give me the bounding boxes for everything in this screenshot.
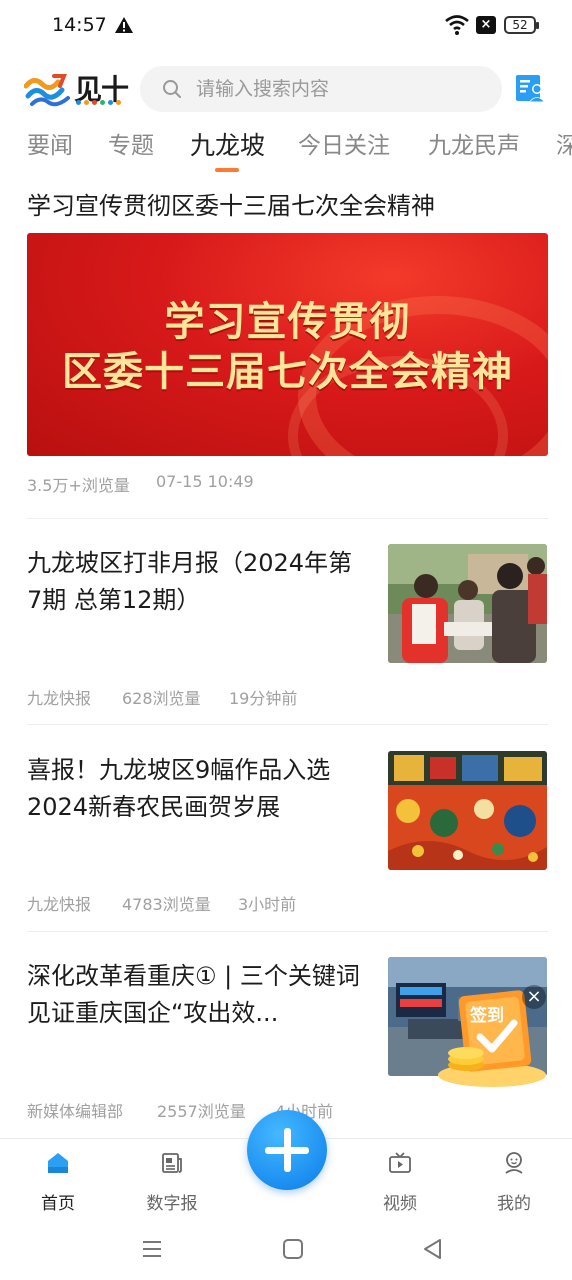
logo-mark-icon [24,74,70,107]
folk-painting-icon [388,751,547,870]
signin-label: 签到 [470,1006,504,1026]
article-thumbnail[interactable] [388,544,547,663]
article-views: 2557浏览量 [157,1102,246,1121]
nav-home-label: 首页 [41,1194,75,1214]
nav-mine-label: 我的 [497,1194,531,1214]
category-tabs: 要闻 专题 九龙坡 今日关注 九龙民声 深 [0,128,572,176]
system-nav-bar [0,1222,572,1280]
home-icon [48,1153,68,1173]
featured-banner-image[interactable]: 学习宣传贯彻 区委十三届七次全会精神 [27,233,548,456]
banner-headline-line2: 区委十三届七次全会精神 [62,349,513,395]
logo-dots [76,100,128,106]
nav-home[interactable]: 首页 [18,1139,98,1223]
tab-jiulong-minsheng[interactable]: 九龙民声 [428,128,520,168]
article-title[interactable]: 深化改革看重庆① | 三个关键词 见证重庆国企“攻出效... [27,958,367,1032]
divider [27,931,548,932]
tab-zhuanti[interactable]: 专题 [108,128,154,168]
home-square-icon[interactable] [280,1236,306,1262]
tab-jinri-guanzhu[interactable]: 今日关注 [298,128,390,168]
nav-video[interactable]: 视频 [360,1139,440,1223]
sim-blocked-icon: × [476,16,496,34]
status-time: 14:57 [52,14,107,36]
article-time: 3小时前 [238,895,297,914]
tab-active-indicator [215,168,239,172]
tab-jiulongpo[interactable]: 九龙坡 [190,128,265,168]
app-logo[interactable]: 见十 [24,68,130,112]
nav-mine[interactable]: 我的 [474,1139,554,1223]
article-thumbnail[interactable] [388,751,547,870]
article-source: 九龙快报 [27,689,92,708]
tv-icon [389,1152,411,1173]
search-input[interactable]: 请输入搜索内容 [196,66,486,112]
divider [27,724,548,725]
article-title[interactable]: 九龙坡区打非月报（2024年第7期 总第12期） [27,545,367,619]
article-source: 九龙快报 [27,895,92,914]
signin-close-button[interactable]: × [522,985,546,1009]
article-views: 628浏览量 [122,689,201,708]
search-bar[interactable]: 请输入搜索内容 [140,66,502,112]
add-button[interactable] [247,1110,327,1190]
battery-level: 52 [512,18,528,32]
featured-time: 07-15 10:49 [156,472,254,491]
newspaper-icon [162,1153,182,1173]
event-photo-icon [388,544,547,663]
nav-video-label: 视频 [383,1194,417,1214]
tab-shen[interactable]: 深 [556,128,572,168]
article-title[interactable]: 喜报！九龙坡区9幅作品入选2024新春农民画贺岁展 [27,752,367,826]
article-time: 19分钟前 [229,689,298,708]
tab-yaowen[interactable]: 要闻 [27,128,73,168]
article-views: 4783浏览量 [122,895,211,914]
divider [27,518,548,519]
battery-icon: 52 [504,16,539,34]
search-icon [163,80,181,98]
featured-views: 3.5万+浏览量 [27,476,130,495]
article-source: 新媒体编辑部 [27,1102,124,1121]
user-icon [505,1152,523,1174]
back-icon[interactable] [420,1236,446,1262]
menu-icon[interactable] [139,1236,165,1262]
nav-digital-paper[interactable]: 数字报 [132,1139,212,1223]
nav-digital-paper-label: 数字报 [146,1194,198,1214]
profile-card-icon[interactable] [514,72,546,104]
featured-article-title[interactable]: 学习宣传贯彻区委十三届七次全会精神 [27,186,435,221]
status-bar: 14:57 × 52 [0,0,572,52]
warning-icon [115,17,133,33]
wifi-icon [445,15,469,35]
